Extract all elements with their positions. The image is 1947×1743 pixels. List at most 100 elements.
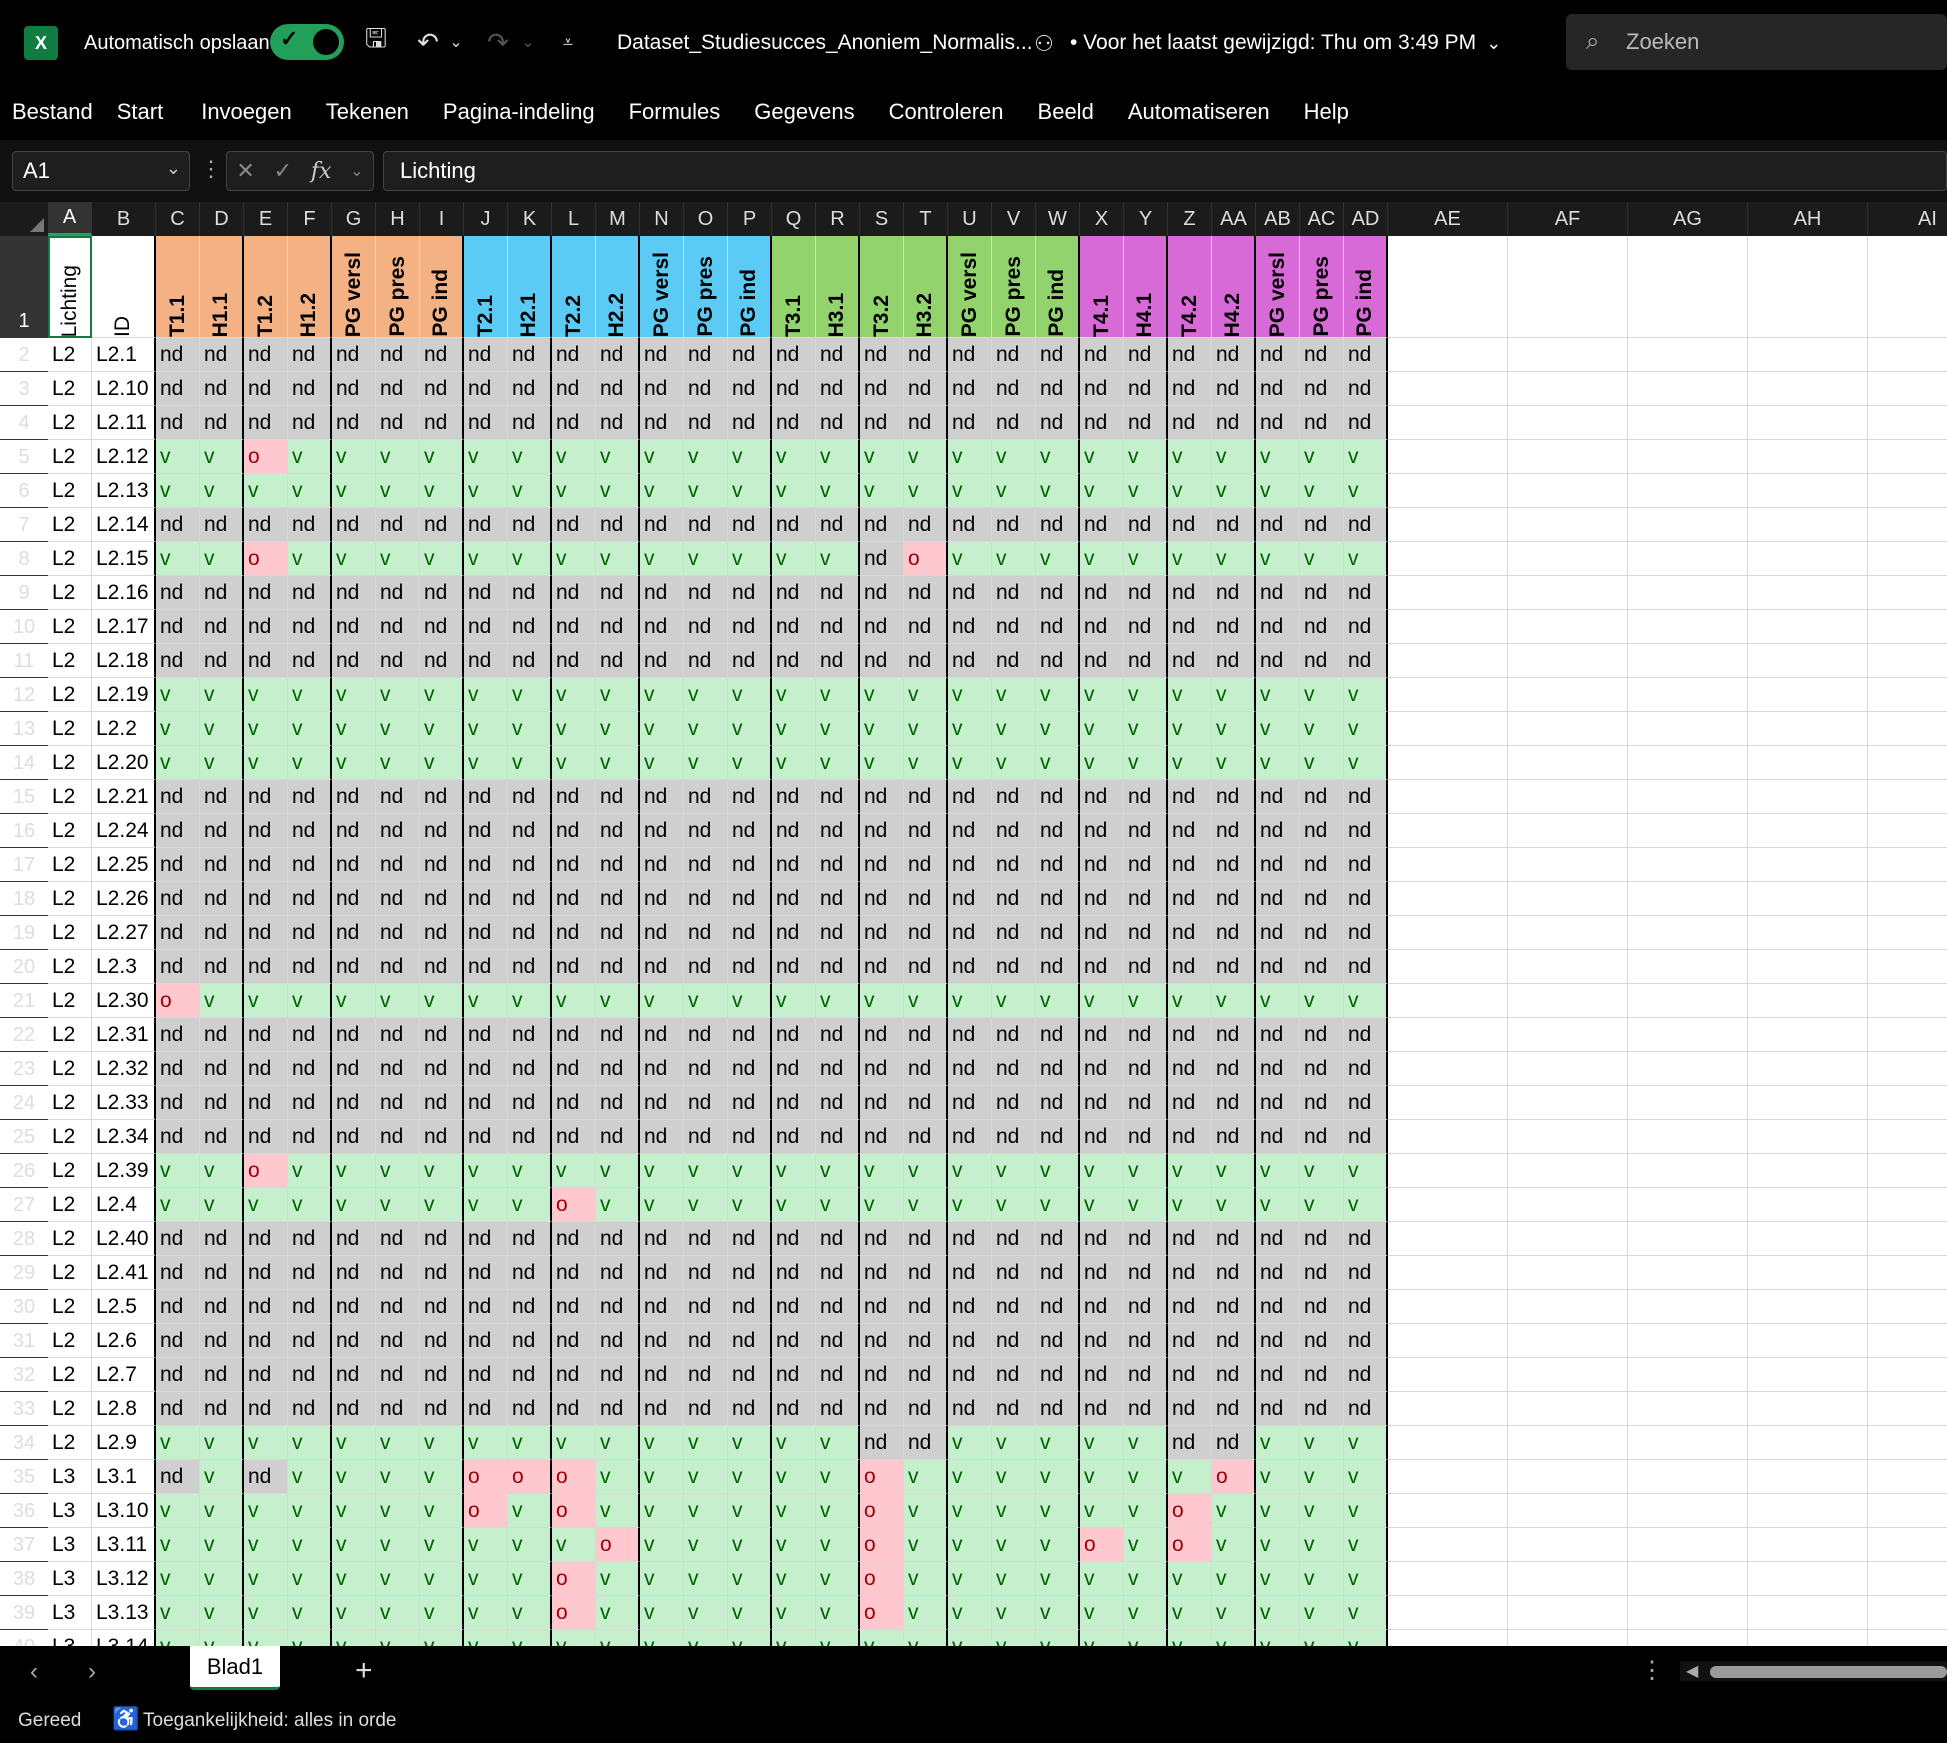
lichting-cell[interactable]: L2 — [48, 1188, 92, 1222]
status-cell[interactable]: v — [948, 474, 992, 508]
empty-cell[interactable] — [1868, 542, 1947, 576]
status-cell[interactable]: nd — [728, 644, 772, 678]
status-cell[interactable]: v — [640, 474, 684, 508]
status-cell[interactable]: v — [1344, 1426, 1388, 1460]
status-cell[interactable]: nd — [200, 1018, 244, 1052]
id-cell[interactable]: L3.11 — [92, 1528, 156, 1562]
status-cell[interactable]: v — [420, 678, 464, 712]
status-cell[interactable]: v — [1300, 542, 1344, 576]
status-cell[interactable]: nd — [376, 1086, 420, 1120]
empty-cell[interactable] — [1508, 236, 1628, 338]
empty-cell[interactable] — [1508, 1460, 1628, 1494]
status-cell[interactable]: v — [332, 542, 376, 576]
column-header-m[interactable]: M — [596, 202, 640, 236]
status-cell[interactable]: nd — [552, 882, 596, 916]
status-cell[interactable]: nd — [1124, 1324, 1168, 1358]
empty-cell[interactable] — [1748, 678, 1868, 712]
empty-cell[interactable] — [1748, 1494, 1868, 1528]
empty-cell[interactable] — [1868, 338, 1947, 372]
status-cell[interactable]: nd — [1344, 508, 1388, 542]
status-cell[interactable]: nd — [772, 372, 816, 406]
lichting-cell[interactable]: L2 — [48, 644, 92, 678]
status-cell[interactable]: v — [1256, 1426, 1300, 1460]
status-cell[interactable]: nd — [332, 338, 376, 372]
status-cell[interactable]: nd — [420, 916, 464, 950]
status-cell[interactable]: v — [772, 712, 816, 746]
status-cell[interactable]: v — [1168, 1154, 1212, 1188]
status-cell[interactable]: nd — [332, 780, 376, 814]
empty-cell[interactable] — [1628, 780, 1748, 814]
tab-help[interactable]: Help — [1292, 84, 1361, 140]
status-cell[interactable]: v — [464, 1528, 508, 1562]
row-header-28[interactable]: 28 — [0, 1222, 48, 1256]
status-cell[interactable]: nd — [860, 780, 904, 814]
status-cell[interactable]: o — [552, 1188, 596, 1222]
status-cell[interactable]: nd — [904, 780, 948, 814]
column-header-y[interactable]: Y — [1124, 202, 1168, 236]
empty-cell[interactable] — [1628, 1154, 1748, 1188]
empty-cell[interactable] — [1508, 1324, 1628, 1358]
status-cell[interactable]: nd — [1124, 1256, 1168, 1290]
status-cell[interactable]: v — [728, 1460, 772, 1494]
status-cell[interactable]: v — [1036, 984, 1080, 1018]
status-cell[interactable]: nd — [640, 1290, 684, 1324]
status-cell[interactable]: v — [1212, 1154, 1256, 1188]
status-cell[interactable]: v — [420, 712, 464, 746]
empty-cell[interactable] — [1628, 1426, 1748, 1460]
id-cell[interactable]: L2.21 — [92, 780, 156, 814]
lichting-cell[interactable]: L2 — [48, 984, 92, 1018]
status-cell[interactable]: nd — [1080, 372, 1124, 406]
status-cell[interactable]: nd — [1256, 508, 1300, 542]
status-cell[interactable]: v — [508, 1426, 552, 1460]
empty-cell[interactable] — [1748, 746, 1868, 780]
empty-cell[interactable] — [1628, 1562, 1748, 1596]
status-cell[interactable]: nd — [244, 1324, 288, 1358]
status-cell[interactable]: nd — [1300, 1222, 1344, 1256]
status-cell[interactable]: nd — [420, 1018, 464, 1052]
status-cell[interactable]: nd — [1036, 1120, 1080, 1154]
id-cell[interactable]: L2.16 — [92, 576, 156, 610]
status-cell[interactable]: nd — [156, 372, 200, 406]
status-cell[interactable]: nd — [948, 950, 992, 984]
status-cell[interactable]: nd — [948, 1256, 992, 1290]
header-cell[interactable]: H3.1 — [816, 236, 860, 338]
empty-cell[interactable] — [1748, 984, 1868, 1018]
status-cell[interactable]: nd — [1124, 1120, 1168, 1154]
lichting-cell[interactable]: L2 — [48, 440, 92, 474]
row-header-36[interactable]: 36 — [0, 1494, 48, 1528]
status-cell[interactable]: nd — [816, 1222, 860, 1256]
row-header-18[interactable]: 18 — [0, 882, 48, 916]
status-cell[interactable]: nd — [640, 916, 684, 950]
status-cell[interactable]: nd — [156, 848, 200, 882]
lichting-cell[interactable]: L2 — [48, 746, 92, 780]
status-cell[interactable]: nd — [772, 338, 816, 372]
status-cell[interactable]: nd — [640, 1392, 684, 1426]
status-cell[interactable]: v — [1212, 1494, 1256, 1528]
status-cell[interactable]: nd — [1124, 1290, 1168, 1324]
status-cell[interactable]: nd — [816, 644, 860, 678]
header-cell[interactable]: PG ind — [420, 236, 464, 338]
id-cell[interactable]: L3.10 — [92, 1494, 156, 1528]
status-cell[interactable]: v — [244, 1494, 288, 1528]
empty-cell[interactable] — [1388, 678, 1508, 712]
status-cell[interactable]: v — [860, 746, 904, 780]
status-cell[interactable]: nd — [420, 406, 464, 440]
status-cell[interactable]: nd — [376, 950, 420, 984]
status-cell[interactable]: nd — [376, 1120, 420, 1154]
status-cell[interactable]: nd — [816, 576, 860, 610]
status-cell[interactable]: nd — [1300, 372, 1344, 406]
status-cell[interactable]: nd — [332, 1086, 376, 1120]
row-header-3[interactable]: 3 — [0, 372, 48, 406]
status-cell[interactable]: nd — [288, 338, 332, 372]
status-cell[interactable]: nd — [1080, 406, 1124, 440]
status-cell[interactable]: nd — [1036, 950, 1080, 984]
status-cell[interactable]: v — [1256, 678, 1300, 712]
status-cell[interactable]: nd — [200, 780, 244, 814]
status-cell[interactable]: nd — [420, 1358, 464, 1392]
status-cell[interactable]: nd — [816, 406, 860, 440]
status-cell[interactable]: nd — [684, 780, 728, 814]
status-cell[interactable]: v — [1036, 1460, 1080, 1494]
status-cell[interactable]: nd — [948, 508, 992, 542]
empty-cell[interactable] — [1508, 1528, 1628, 1562]
status-cell[interactable]: v — [1300, 984, 1344, 1018]
